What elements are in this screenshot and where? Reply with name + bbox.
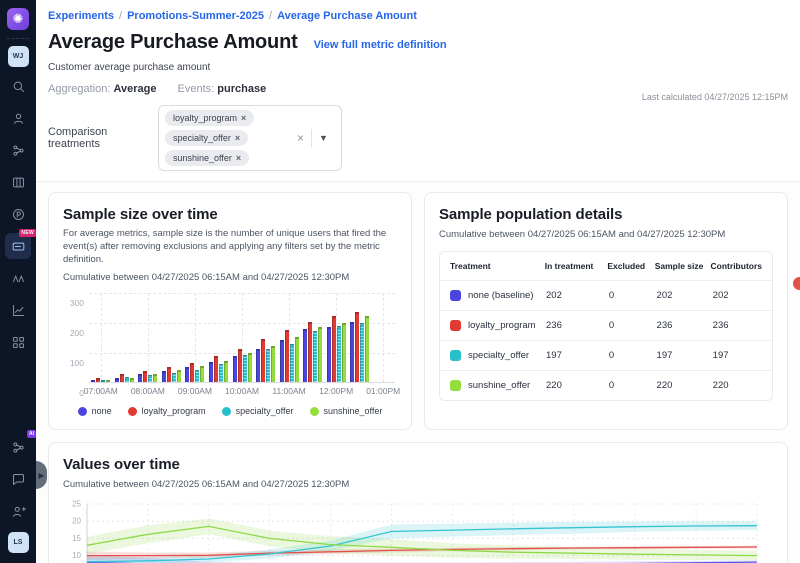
treatment-chip[interactable]: sunshine_offer× xyxy=(165,150,249,166)
svg-text:20: 20 xyxy=(72,517,81,526)
treatment-color-swatch xyxy=(450,380,461,391)
bar-group xyxy=(115,374,134,382)
ai-badge: AI xyxy=(27,430,36,438)
sidebar-divider xyxy=(7,38,29,39)
values-card: Values over time Cumulative between 04/2… xyxy=(48,442,788,563)
treatment-color-swatch xyxy=(450,350,461,361)
values-title: Values over time xyxy=(63,456,773,473)
aggregation-value: Average xyxy=(113,83,156,95)
breadcrumb-experiment-name[interactable]: Promotions-Summer-2025 xyxy=(127,10,264,22)
values-line-chart: 051015202507:00AM07:30AM08:00AM08:30AM09… xyxy=(63,498,773,563)
breadcrumb-experiments[interactable]: Experiments xyxy=(48,10,114,22)
treatments-multiselect[interactable]: loyalty_program× specialty_offer× sunshine… xyxy=(158,105,342,171)
legend-item: specialty_offer xyxy=(222,406,294,416)
population-card: Sample population details Cumulative bet… xyxy=(424,192,788,430)
table-row: loyalty_program2360236236 xyxy=(440,310,772,340)
treatment-color-swatch xyxy=(450,290,461,301)
table-row: specialty_offer1970197197 xyxy=(440,340,772,370)
bar-group xyxy=(303,322,322,382)
gates-icon[interactable] xyxy=(5,137,31,163)
chip-remove-icon[interactable]: × xyxy=(236,153,241,163)
aggregation-label: Aggregation: xyxy=(48,83,110,95)
legend-item: sunshine_offer xyxy=(310,406,383,416)
population-title: Sample population details xyxy=(439,206,773,223)
sample-size-cumulative: Cumulative between 04/27/2025 06:15AM an… xyxy=(63,272,397,283)
new-badge: NEW xyxy=(19,229,36,237)
page-title: Average Purchase Amount xyxy=(48,31,298,54)
sample-size-bar-chart: 0100200300 xyxy=(63,293,397,383)
bar-chart-x-axis: 07:00AM08:00AM09:00AM10:00AM11:00AM12:00… xyxy=(89,383,395,396)
bar-group xyxy=(91,378,110,382)
bar-group xyxy=(256,339,275,383)
page-header: Experiments/Promotions-Summer-2025/Avera… xyxy=(36,0,800,182)
invite-user-icon[interactable] xyxy=(5,498,31,524)
table-row: none (baseline)2020202202 xyxy=(440,280,772,310)
population-table: TreatmentIn treatmentExcludedSample size… xyxy=(439,251,773,401)
pulse-icon[interactable] xyxy=(5,201,31,227)
chip-remove-icon[interactable]: × xyxy=(235,133,240,143)
metric-subtitle: Customer average purchase amount xyxy=(48,62,788,73)
bar-group xyxy=(185,363,204,383)
ai-assist-icon[interactable]: AI xyxy=(5,434,31,460)
bar-group xyxy=(350,312,369,383)
experiments-icon[interactable] xyxy=(5,265,31,291)
clear-all-icon[interactable]: × xyxy=(290,131,311,145)
bar-group xyxy=(233,349,252,383)
sample-size-description: For average metrics, sample size is the … xyxy=(63,228,397,266)
events-label: Events: xyxy=(178,83,215,95)
svg-text:10: 10 xyxy=(72,552,81,561)
bar-group xyxy=(138,371,157,382)
insights-icon[interactable]: NEW xyxy=(5,233,31,259)
values-cumulative: Cumulative between 04/27/2025 06:15AM an… xyxy=(63,479,773,490)
svg-text:15: 15 xyxy=(72,534,81,543)
population-cumulative: Cumulative between 04/27/2025 06:15AM an… xyxy=(439,229,773,240)
breadcrumb-metric[interactable]: Average Purchase Amount xyxy=(277,10,417,22)
support-chat-icon[interactable] xyxy=(5,466,31,492)
workspace-avatar[interactable]: WJ xyxy=(8,46,29,67)
table-row: sunshine_offer2200220220 xyxy=(440,370,772,400)
chevron-down-icon[interactable]: ▼ xyxy=(312,133,335,143)
treatment-chips: loyalty_program× specialty_offer× sunshine… xyxy=(165,110,290,166)
comparison-treatments-label: Comparison treatments xyxy=(48,126,158,150)
search-icon[interactable] xyxy=(5,73,31,99)
treatment-chip[interactable]: loyalty_program× xyxy=(165,110,254,126)
treatment-chip[interactable]: specialty_offer× xyxy=(165,130,248,146)
sidebar: ✺ WJ NEW AI LS xyxy=(0,0,36,563)
user-avatar[interactable]: LS xyxy=(8,532,29,553)
feedback-dot[interactable] xyxy=(793,277,800,290)
treatment-color-swatch xyxy=(450,320,461,331)
statsig-logo-icon[interactable]: ✺ xyxy=(7,8,29,30)
sample-size-title: Sample size over time xyxy=(63,206,397,223)
bar-chart-legend: none loyalty_program specialty_offer sunshi… xyxy=(63,406,397,416)
apps-grid-icon[interactable] xyxy=(5,329,31,355)
breadcrumb: Experiments/Promotions-Summer-2025/Avera… xyxy=(48,10,788,22)
table-header-row: TreatmentIn treatmentExcludedSample size… xyxy=(440,252,772,280)
last-calculated: Last calculated 04/27/2025 12:15PM xyxy=(642,92,788,102)
bar-group xyxy=(327,316,346,382)
events-value: purchase xyxy=(217,83,266,95)
main-content: Experiments/Promotions-Summer-2025/Avera… xyxy=(36,0,800,563)
layers-icon[interactable] xyxy=(5,169,31,195)
view-metric-definition-link[interactable]: View full metric definition xyxy=(314,39,447,51)
bar-group xyxy=(209,356,228,382)
bar-group xyxy=(162,367,181,382)
metrics-icon[interactable] xyxy=(5,297,31,323)
users-icon[interactable] xyxy=(5,105,31,131)
chip-remove-icon[interactable]: × xyxy=(241,113,246,123)
svg-text:25: 25 xyxy=(72,500,81,509)
sample-size-card: Sample size over time For average metric… xyxy=(48,192,412,430)
bar-group xyxy=(280,330,299,383)
legend-item: loyalty_program xyxy=(128,406,206,416)
legend-item: none xyxy=(78,406,112,416)
